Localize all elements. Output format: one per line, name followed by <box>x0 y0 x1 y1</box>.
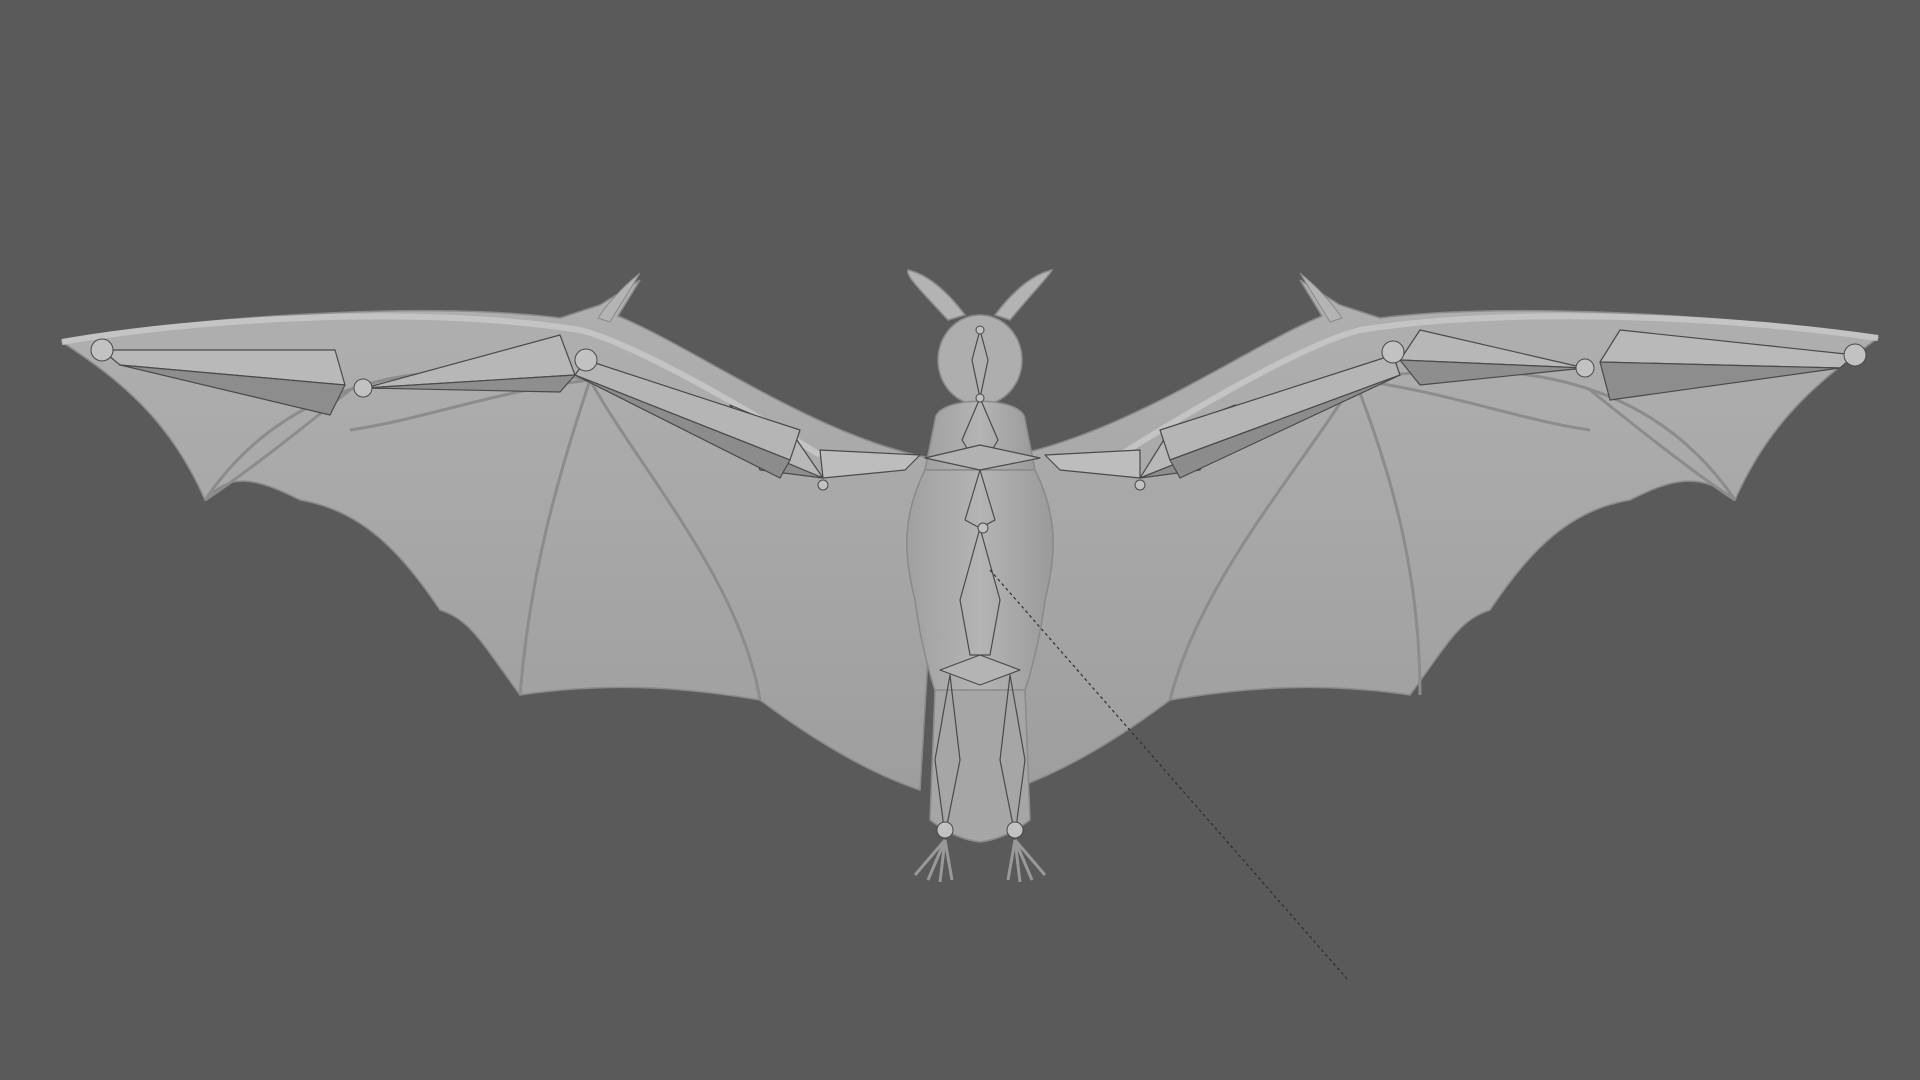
left-ear <box>906 269 967 321</box>
right-foot <box>1006 839 1047 883</box>
joint-head-top[interactable] <box>975 325 985 335</box>
joint-right-wrist[interactable] <box>1381 340 1405 364</box>
viewport-canvas[interactable] <box>0 0 1920 1080</box>
joint-right-finger-mid[interactable] <box>1575 358 1595 378</box>
tail-membrane <box>929 689 1031 843</box>
joint-left-wingtip[interactable] <box>90 338 114 362</box>
joint-neck[interactable] <box>975 393 985 403</box>
joint-right-ankle[interactable] <box>1006 821 1024 839</box>
joint-spine-mid[interactable] <box>977 522 989 534</box>
joint-left-finger-mid[interactable] <box>353 378 373 398</box>
joint-left-wrist[interactable] <box>574 348 598 372</box>
right-ear <box>993 268 1054 321</box>
joint-left-elbow[interactable] <box>817 479 829 491</box>
3d-viewport[interactable] <box>0 0 1920 1080</box>
left-foot <box>913 839 954 883</box>
joint-left-ankle[interactable] <box>936 821 954 839</box>
joint-right-wingtip[interactable] <box>1843 343 1867 367</box>
joint-right-elbow[interactable] <box>1134 479 1146 491</box>
